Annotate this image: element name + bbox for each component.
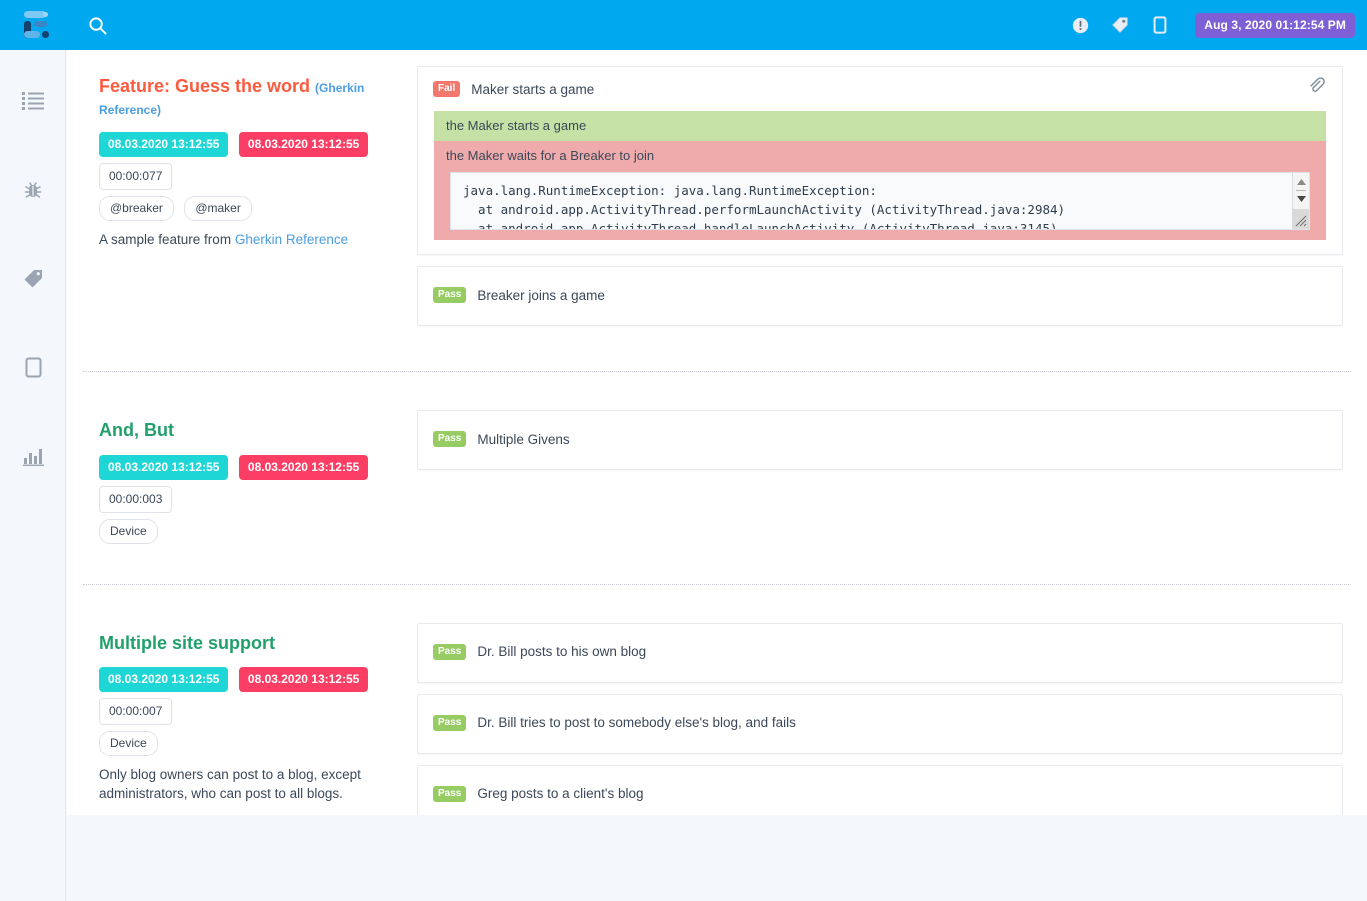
tag-chip[interactable]: Device bbox=[99, 518, 158, 544]
test-header[interactable]: Pass Multiple Givens bbox=[418, 411, 1342, 469]
feature-tests: Pass Dr. Bill posts to his own blog Pass… bbox=[417, 607, 1367, 815]
tag-chip[interactable]: @maker bbox=[184, 196, 252, 222]
tag-chip-row: Device bbox=[99, 731, 393, 757]
tag-icon[interactable] bbox=[1101, 6, 1139, 44]
tag-chip[interactable]: @breaker bbox=[99, 196, 174, 222]
test-name: Dr. Bill posts to his own blog bbox=[477, 644, 647, 660]
feature-description: A sample feature from Gherkin Reference bbox=[99, 231, 374, 250]
test-card[interactable]: Pass Breaker joins a game bbox=[417, 266, 1343, 326]
feature-description: Only blog owners can post to a blog, exc… bbox=[99, 767, 361, 801]
time-chip-row: 08.03.2020 13:12:55 08.03.2020 13:12:55 bbox=[99, 132, 393, 158]
duration-chip: 00:00:077 bbox=[99, 163, 173, 191]
step-passed[interactable]: the Maker starts a game bbox=[434, 111, 1326, 141]
feature-meta: Feature: Guess the word (Gherkin Referenc… bbox=[67, 50, 417, 347]
sidebar-item-defects[interactable] bbox=[0, 167, 66, 212]
section-divider bbox=[83, 371, 1351, 372]
section-divider bbox=[83, 583, 1351, 585]
report-content: Feature: Guess the word (Gherkin Referenc… bbox=[67, 50, 1367, 815]
alert-circle-icon[interactable] bbox=[1061, 6, 1099, 44]
test-name: Breaker joins a game bbox=[477, 287, 605, 303]
list-icon bbox=[22, 91, 44, 110]
status-badge: Pass bbox=[433, 431, 467, 447]
test-card[interactable]: Pass Multiple Givens bbox=[417, 410, 1343, 470]
status-badge: Pass bbox=[433, 287, 467, 303]
duration-chip-row: 00:00:003 bbox=[99, 485, 393, 513]
stop-time-chip: 08.03.2020 13:12:55 bbox=[238, 667, 369, 693]
tag-chip-row: @breaker @maker bbox=[99, 196, 393, 222]
status-badge: Pass bbox=[433, 785, 467, 802]
feature-meta: And, But 08.03.2020 13:12:55 08.03.2020 … bbox=[67, 394, 417, 560]
stack-trace-box[interactable]: java.lang.RuntimeException: java.lang.Ru… bbox=[450, 172, 1310, 230]
start-time-chip: 08.03.2020 13:12:55 bbox=[99, 454, 229, 480]
feature-title-text: And, But bbox=[99, 420, 174, 440]
tag-chip-row: Device bbox=[99, 518, 393, 544]
sidebar-item-devices[interactable] bbox=[0, 345, 66, 390]
top-bar: Aug 3, 2020 01:12:54 PM bbox=[0, 0, 1367, 50]
device-icon[interactable] bbox=[1141, 6, 1179, 44]
test-name: Multiple Givens bbox=[477, 431, 570, 447]
test-name: Dr. Bill tries to post to somebody else'… bbox=[477, 715, 796, 731]
left-sidebar bbox=[0, 50, 66, 901]
status-badge: Fail bbox=[433, 81, 461, 97]
stop-time-chip: 08.03.2020 13:12:55 bbox=[238, 454, 369, 480]
attachment-icon[interactable] bbox=[1306, 75, 1326, 95]
search-icon[interactable] bbox=[77, 5, 117, 45]
bug-icon bbox=[24, 181, 42, 198]
page-title: And, But bbox=[99, 420, 393, 442]
test-card[interactable]: Pass Dr. Bill posts to his own blog bbox=[417, 622, 1343, 683]
test-card[interactable]: Pass Greg posts to a client's blog bbox=[417, 764, 1343, 815]
sidebar-item-suites[interactable] bbox=[0, 78, 66, 123]
feature-tests: Pass Multiple Givens bbox=[417, 394, 1367, 560]
scroll-down-icon[interactable] bbox=[1293, 192, 1309, 206]
start-time-chip: 08.03.2020 13:12:55 bbox=[99, 667, 229, 693]
test-card[interactable]: Fail Maker starts a game the Maker start… bbox=[417, 66, 1343, 255]
step-failed[interactable]: the Maker waits for a Breaker to join ja… bbox=[434, 141, 1326, 240]
time-chip-row: 08.03.2020 13:12:55 08.03.2020 13:12:55 bbox=[99, 454, 393, 480]
device-icon bbox=[25, 357, 41, 378]
gherkin-reference-link[interactable]: Gherkin Reference bbox=[235, 232, 348, 247]
test-card[interactable]: Pass Dr. Bill tries to post to somebody … bbox=[417, 693, 1343, 754]
stack-trace-text: java.lang.RuntimeException: java.lang.Ru… bbox=[463, 183, 1066, 230]
duration-chip: 00:00:007 bbox=[99, 698, 173, 726]
bar-chart-icon bbox=[22, 449, 44, 466]
feature-title-text: Feature: Guess the word bbox=[99, 76, 311, 96]
test-header[interactable]: Fail Maker starts a game bbox=[418, 67, 1342, 111]
status-badge: Pass bbox=[433, 643, 467, 660]
report-timestamp: Aug 3, 2020 01:12:54 PM bbox=[1195, 12, 1355, 38]
feature-block: Feature: Guess the word (Gherkin Referenc… bbox=[67, 50, 1367, 347]
duration-chip-row: 00:00:077 bbox=[99, 163, 393, 191]
duration-chip: 00:00:003 bbox=[99, 485, 173, 513]
page-title: Feature: Guess the word (Gherkin Referenc… bbox=[99, 76, 393, 119]
feature-block: Multiple site support 08.03.2020 13:12:5… bbox=[67, 607, 1367, 815]
scrollbar-track bbox=[1296, 190, 1306, 191]
test-header[interactable]: Pass Dr. Bill tries to post to somebody … bbox=[418, 695, 1342, 753]
stack-trace-scrollbar[interactable] bbox=[1292, 173, 1309, 229]
stop-time-chip: 08.03.2020 13:12:55 bbox=[238, 132, 369, 158]
time-chip-row: 08.03.2020 13:12:55 08.03.2020 13:12:55 bbox=[99, 667, 393, 693]
scroll-up-icon[interactable] bbox=[1293, 175, 1309, 189]
feature-block: And, But 08.03.2020 13:12:55 08.03.2020 … bbox=[67, 394, 1367, 560]
feature-meta: Multiple site support 08.03.2020 13:12:5… bbox=[67, 607, 417, 815]
resize-grip-icon[interactable] bbox=[1292, 209, 1309, 229]
sidebar-item-graphs[interactable] bbox=[0, 434, 66, 479]
step-failed-text: the Maker waits for a Breaker to join bbox=[446, 148, 655, 163]
status-badge: Pass bbox=[433, 714, 467, 731]
test-name: Maker starts a game bbox=[471, 81, 595, 97]
test-header[interactable]: Pass Breaker joins a game bbox=[418, 267, 1342, 325]
tag-chip[interactable]: Device bbox=[99, 731, 158, 757]
feature-title-text: Multiple site support bbox=[99, 632, 276, 653]
app-logo[interactable] bbox=[0, 0, 66, 50]
test-header[interactable]: Pass Dr. Bill posts to his own blog bbox=[418, 624, 1342, 682]
test-header[interactable]: Pass Greg posts to a client's blog bbox=[418, 766, 1342, 815]
test-steps: the Maker starts a game the Maker waits … bbox=[418, 111, 1342, 254]
start-time-chip: 08.03.2020 13:12:55 bbox=[99, 132, 229, 158]
tag-icon bbox=[24, 270, 42, 288]
feature-tests: Fail Maker starts a game the Maker start… bbox=[417, 50, 1367, 347]
test-name: Greg posts to a client's blog bbox=[477, 786, 644, 802]
sidebar-item-tags[interactable] bbox=[0, 256, 66, 301]
page-title: Multiple site support bbox=[99, 633, 393, 655]
feature-description-text: A sample feature from bbox=[99, 232, 235, 248]
duration-chip-row: 00:00:007 bbox=[99, 698, 393, 726]
